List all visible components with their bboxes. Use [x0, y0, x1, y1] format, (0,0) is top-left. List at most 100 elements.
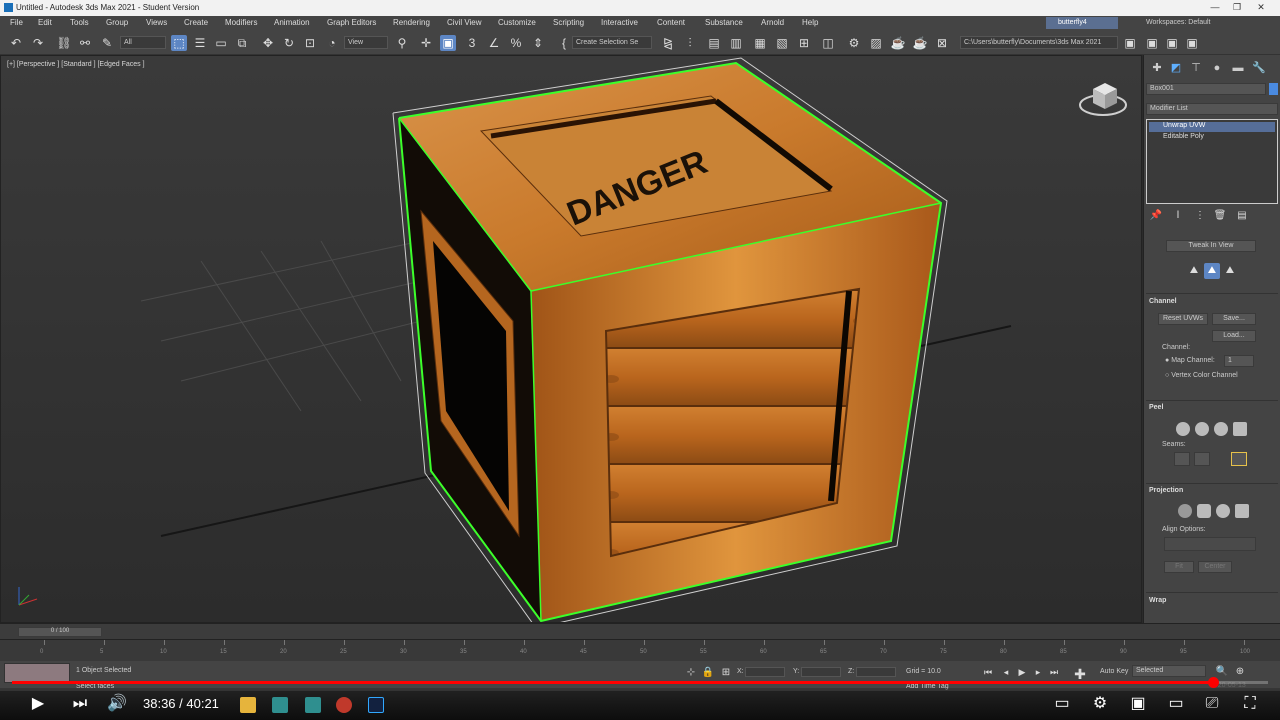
viewport-scene[interactable]: DANGER	[1, 56, 1142, 623]
edit-named-selection-icon[interactable]: {	[556, 35, 572, 51]
previous-frame-icon[interactable]: ◂	[998, 664, 1014, 680]
align-axis-buttons[interactable]	[1164, 537, 1256, 551]
subtitles-icon[interactable]: ▭	[1050, 694, 1074, 714]
mirror-icon[interactable]: ⧎	[660, 35, 676, 51]
modify-tab-icon[interactable]: ◩	[1169, 61, 1183, 75]
y-coord-field[interactable]	[801, 667, 841, 677]
layer-explorer-icon[interactable]: ▥	[728, 35, 744, 51]
menu-views[interactable]: Views	[146, 18, 167, 27]
bookmark-icon[interactable]: ▣	[1184, 35, 1200, 51]
vertex-color-channel-radio[interactable]: ○ Vertex Color Channel	[1165, 372, 1238, 379]
time-slider-thumb[interactable]: 0 / 100	[18, 627, 102, 637]
convert-edge-icon[interactable]	[1233, 422, 1247, 436]
menu-rendering[interactable]: Rendering	[393, 18, 430, 27]
menu-file[interactable]: File	[10, 18, 23, 27]
bind-space-warp-icon[interactable]: ✎	[99, 35, 115, 51]
user-account[interactable]: butterfly4	[1046, 17, 1118, 29]
viewport-label[interactable]: [+] [Perspective ] [Standard ] [Edged Fa…	[7, 61, 145, 68]
undo-icon[interactable]: ↶	[8, 35, 24, 51]
scale-icon[interactable]: ⊡	[302, 35, 318, 51]
unlink-icon[interactable]: ⚯	[77, 35, 93, 51]
create-tab-icon[interactable]: ✚	[1150, 61, 1164, 75]
menu-substance[interactable]: Substance	[705, 18, 743, 27]
face-mode-icon[interactable]: ⛰	[1222, 263, 1238, 279]
absolute-mode-icon[interactable]: ⊞	[718, 665, 734, 681]
menu-animation[interactable]: Animation	[274, 18, 310, 27]
peel-rollout-title[interactable]: Peel	[1149, 404, 1163, 411]
selection-filter-dropdown[interactable]: All	[120, 36, 166, 49]
next-video-icon[interactable]: ⏭	[70, 694, 90, 714]
3dsmax-taskbar-icon[interactable]	[272, 697, 288, 713]
menu-scripting[interactable]: Scripting	[553, 18, 584, 27]
minimize-button[interactable]: —	[1206, 2, 1224, 14]
center-button[interactable]: Center	[1198, 561, 1232, 573]
snaps-toggle-icon[interactable]: 3	[464, 35, 480, 51]
curve-editor-icon[interactable]: ▧	[774, 35, 790, 51]
load-button[interactable]: Load...	[1212, 330, 1256, 342]
isolate-selection-icon[interactable]: ⊹	[683, 665, 699, 681]
play-icon[interactable]: ▶	[28, 694, 48, 714]
menu-create[interactable]: Create	[184, 18, 208, 27]
close-button[interactable]: ✕	[1252, 2, 1270, 14]
project-path-field[interactable]: C:\Users\butterfly\Documents\3ds Max 202…	[960, 36, 1118, 49]
select-manipulate-icon[interactable]: ✛	[418, 35, 434, 51]
menu-tools[interactable]: Tools	[70, 18, 89, 27]
menu-modifiers[interactable]: Modifiers	[225, 18, 257, 27]
volume-icon[interactable]: 🔊	[106, 694, 128, 714]
menu-edit[interactable]: Edit	[38, 18, 52, 27]
video-progress-bar[interactable]	[12, 677, 1268, 688]
pin-stack-icon[interactable]: 📌	[1148, 208, 1164, 224]
render-iterative-icon[interactable]: ☕	[912, 35, 928, 51]
render-cloud-icon[interactable]: ⊠	[934, 35, 950, 51]
rendered-frame-window-icon[interactable]: ▨	[868, 35, 884, 51]
material-editor-icon[interactable]: ◫	[820, 35, 836, 51]
key-filter-dropdown[interactable]: Selected	[1132, 665, 1206, 677]
motion-tab-icon[interactable]: ●	[1210, 61, 1224, 75]
auto-key-button[interactable]: Auto Key	[1100, 668, 1128, 675]
align-icon[interactable]: ⫶	[682, 35, 698, 51]
map-channel-spinner[interactable]: 1	[1224, 355, 1254, 367]
menu-content[interactable]: Content	[657, 18, 685, 27]
go-to-end-icon[interactable]: ⏭	[1046, 664, 1062, 680]
move-icon[interactable]: ✥	[260, 35, 276, 51]
photoshop-taskbar-icon[interactable]	[368, 697, 384, 713]
track-bar[interactable]: 0 5 10 15 20 25 30 35 40 45 50 55 60 65 70 75 80 85 90 95 10…	[0, 639, 1280, 661]
reference-coord-dropdown[interactable]: View	[344, 36, 388, 49]
cylindrical-map-icon[interactable]	[1197, 504, 1211, 518]
maxscript-listener[interactable]	[4, 663, 70, 683]
project-folder-icon[interactable]: ▣	[1122, 35, 1138, 51]
placement-icon[interactable]: ◔	[324, 35, 340, 51]
zoom-all-icon[interactable]: ⊕	[1232, 664, 1248, 680]
reset-uvws-button[interactable]: Reset UVWs	[1158, 313, 1208, 325]
render-setup-icon[interactable]: ⚙	[846, 35, 862, 51]
rotate-icon[interactable]: ↻	[281, 35, 297, 51]
point-to-point-seam-icon[interactable]	[1174, 452, 1190, 466]
menu-help[interactable]: Help	[802, 18, 818, 27]
schematic-view-icon[interactable]: ⊞	[796, 35, 812, 51]
show-end-result-icon[interactable]: Ⅰ	[1170, 208, 1186, 224]
window-crossing-icon[interactable]: ⧉	[234, 35, 250, 51]
go-to-start-icon[interactable]: ⏮	[980, 664, 996, 680]
keyboard-shortcut-icon[interactable]: ▣	[440, 35, 456, 51]
3dsmax-taskbar-icon-2[interactable]	[305, 697, 321, 713]
edit-seams-icon[interactable]	[1194, 452, 1210, 466]
rect-selection-icon[interactable]: ▭	[213, 35, 229, 51]
link-icon[interactable]: ⛓	[56, 35, 72, 51]
x-coord-field[interactable]	[745, 667, 785, 677]
next-frame-icon[interactable]: ▸	[1030, 664, 1046, 680]
hierarchy-tab-icon[interactable]: ⊤	[1189, 61, 1203, 75]
render-production-icon[interactable]: ☕	[890, 35, 906, 51]
ribbon-icon[interactable]: ▦	[752, 35, 768, 51]
save-button[interactable]: Save...	[1212, 313, 1256, 325]
edge-mode-icon[interactable]: ⛰	[1204, 263, 1220, 279]
projection-rollout-title[interactable]: Projection	[1149, 487, 1183, 494]
select-object-icon[interactable]: ⬚	[171, 35, 187, 51]
map-channel-radio[interactable]: ● Map Channel:	[1165, 357, 1215, 364]
fullscreen-icon[interactable]: ⛶	[1238, 694, 1262, 714]
vertex-mode-icon[interactable]: ⛰	[1186, 263, 1202, 279]
view-cube[interactable]	[1079, 83, 1127, 116]
pivot-icon[interactable]: ⚲	[394, 35, 410, 51]
channel-rollout-title[interactable]: Channel	[1149, 298, 1177, 305]
workspace-value[interactable]: Default	[1188, 19, 1210, 26]
expand-to-seams-icon[interactable]	[1231, 452, 1247, 466]
